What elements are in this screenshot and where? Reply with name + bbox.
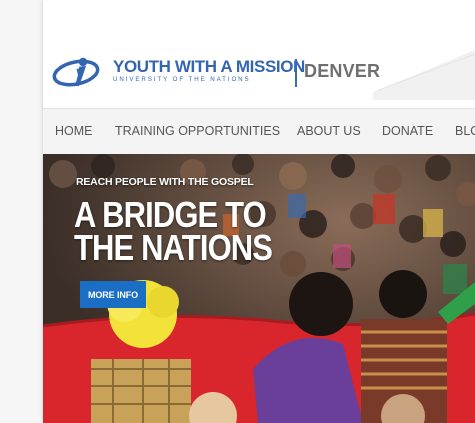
- nav-item-training-opportunities[interactable]: TRAINING OPPORTUNITIES: [115, 124, 280, 138]
- nav-item-donate[interactable]: DONATE: [382, 124, 433, 138]
- hero-headline: A BRIDGE TO THE NATIONS: [74, 197, 273, 268]
- brand-subtitle: UNIVERSITY OF THE NATIONS: [113, 76, 251, 83]
- main-nav: HOME TRAINING OPPORTUNITIES ABOUT US DON…: [43, 108, 475, 155]
- ywam-logo[interactable]: [52, 53, 108, 91]
- hero-kicker: REACH PEOPLE WITH THE GOSPEL: [76, 176, 254, 188]
- nav-item-about-us[interactable]: ABOUT US: [297, 124, 361, 138]
- location-label: DENVER: [304, 61, 381, 81]
- globe-figure-icon: [52, 57, 100, 87]
- nav-item-blog[interactable]: BLO: [455, 124, 475, 138]
- more-info-button[interactable]: MORE INFO: [80, 281, 146, 308]
- headline-line-2: THE NATIONS: [74, 227, 273, 268]
- site-header: YOUTH WITH A MISSION UNIVERSITY OF THE N…: [43, 0, 475, 108]
- nav-item-home[interactable]: HOME: [55, 124, 93, 138]
- page: YOUTH WITH A MISSION UNIVERSITY OF THE N…: [43, 0, 475, 423]
- brand-title: YOUTH WITH A MISSION: [113, 57, 305, 76]
- header-decoration: [373, 50, 475, 100]
- brand-divider: [295, 59, 297, 87]
- brand-text: YOUTH WITH A MISSION UNIVERSITY OF THE N…: [113, 58, 305, 84]
- hero-banner[interactable]: REACH PEOPLE WITH THE GOSPEL A BRIDGE TO…: [43, 154, 475, 423]
